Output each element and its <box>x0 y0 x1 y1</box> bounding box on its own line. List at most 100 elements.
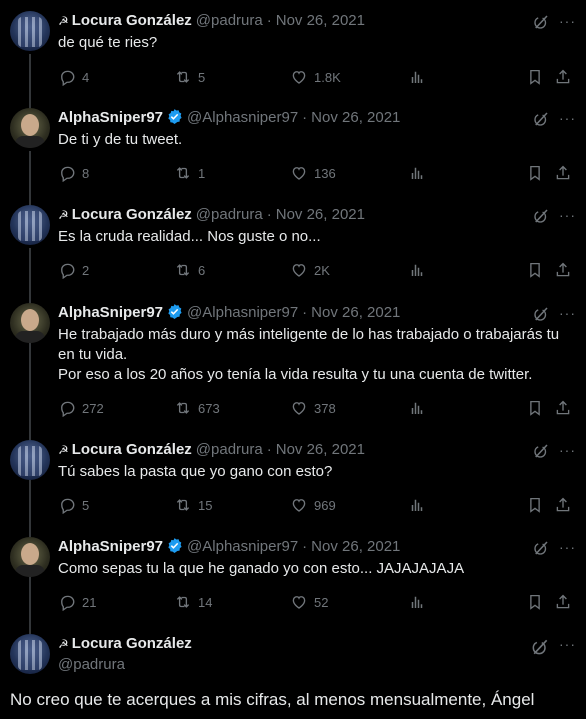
views-button[interactable] <box>408 592 432 612</box>
bookmark-icon <box>526 496 544 514</box>
share-button[interactable] <box>554 67 578 87</box>
share-button[interactable] <box>554 398 578 418</box>
tweet-date[interactable]: Nov 26, 2021 <box>311 109 400 126</box>
share-button[interactable] <box>554 495 578 515</box>
like-count: 969 <box>314 497 336 513</box>
grok-icon[interactable] <box>532 305 550 323</box>
author-name[interactable]: AlphaSniper97 <box>58 538 163 555</box>
retweet-count: 673 <box>198 400 220 416</box>
more-options-icon[interactable]: ··· <box>559 539 576 555</box>
views-button[interactable] <box>408 260 432 280</box>
retweet-button[interactable]: 1 <box>174 163 205 183</box>
more-options-icon[interactable]: ··· <box>559 442 576 458</box>
tweet-header: ☭ Locura González @padrura · Nov 26, 2021 <box>58 440 365 460</box>
author-name[interactable]: Locura González <box>72 206 192 223</box>
author-handle[interactable]: @padrura <box>196 206 263 223</box>
author-handle[interactable]: @Alphasniper97 <box>187 538 298 555</box>
retweet-icon <box>174 593 192 611</box>
avatar[interactable] <box>10 11 50 51</box>
more-options-icon[interactable]: ··· <box>559 305 576 321</box>
author-name[interactable]: Locura González <box>72 12 192 29</box>
views-button[interactable] <box>408 163 432 183</box>
like-button[interactable]: 969 <box>290 495 336 515</box>
grok-icon[interactable] <box>532 13 550 31</box>
bookmark-icon <box>526 399 544 417</box>
author-name[interactable]: AlphaSniper97 <box>58 304 163 321</box>
views-icon <box>408 261 426 279</box>
bookmark-button[interactable] <box>526 592 550 612</box>
bookmark-icon <box>526 68 544 86</box>
like-button[interactable]: 378 <box>290 398 336 418</box>
share-button[interactable] <box>554 163 578 183</box>
avatar[interactable] <box>10 205 50 245</box>
retweet-button[interactable]: 673 <box>174 398 220 418</box>
author-name[interactable]: Locura González <box>72 635 192 652</box>
retweet-button[interactable]: 5 <box>174 67 205 87</box>
more-options-icon[interactable]: ··· <box>559 13 576 29</box>
share-button[interactable] <box>554 592 578 612</box>
author-name[interactable]: AlphaSniper97 <box>58 109 163 126</box>
tweet-text-line: He trabajado más duro y más inteligente … <box>58 326 560 343</box>
avatar[interactable] <box>10 108 50 148</box>
views-button[interactable] <box>408 398 432 418</box>
author-name[interactable]: Locura González <box>72 441 192 458</box>
bookmark-button[interactable] <box>526 398 550 418</box>
like-button[interactable]: 52 <box>290 592 328 612</box>
author-handle[interactable]: @padrura <box>58 656 125 673</box>
tweet-date[interactable]: Nov 26, 2021 <box>276 441 365 458</box>
bookmark-button[interactable] <box>526 495 550 515</box>
tweet-text-line: en tu vida. <box>58 346 128 363</box>
action-bar: 21 14 52 <box>58 592 578 612</box>
like-button[interactable]: 1.8K <box>290 67 341 87</box>
bookmark-button[interactable] <box>526 163 550 183</box>
tweet-date[interactable]: Nov 26, 2021 <box>311 538 400 555</box>
reply-icon <box>58 68 76 86</box>
share-button[interactable] <box>554 260 578 280</box>
bookmark-button[interactable] <box>526 260 550 280</box>
views-button[interactable] <box>408 67 432 87</box>
tweet-date[interactable]: Nov 26, 2021 <box>276 12 365 29</box>
avatar[interactable] <box>10 537 50 577</box>
retweet-button[interactable]: 15 <box>174 495 212 515</box>
like-button[interactable]: 2K <box>290 260 330 280</box>
retweet-button[interactable]: 6 <box>174 260 205 280</box>
author-handle[interactable]: @Alphasniper97 <box>187 109 298 126</box>
bookmark-icon <box>526 261 544 279</box>
more-options-icon[interactable]: ··· <box>559 636 576 652</box>
reply-button[interactable]: 4 <box>58 67 89 87</box>
reply-button[interactable]: 8 <box>58 163 89 183</box>
thread-line <box>29 248 31 304</box>
tweet-date[interactable]: Nov 26, 2021 <box>276 206 365 223</box>
hammer-sickle-icon: ☭ <box>58 637 69 651</box>
grok-icon[interactable] <box>532 207 550 225</box>
author-handle[interactable]: @padrura <box>196 12 263 29</box>
tweet-text: Es la cruda realidad... Nos guste o no..… <box>58 228 321 245</box>
more-options-icon[interactable]: ··· <box>559 110 576 126</box>
reply-button[interactable]: 272 <box>58 398 104 418</box>
grok-icon[interactable] <box>530 637 550 657</box>
thread-line <box>29 480 31 537</box>
reply-button[interactable]: 2 <box>58 260 89 280</box>
reply-button[interactable]: 21 <box>58 592 96 612</box>
avatar[interactable] <box>10 440 50 480</box>
grok-icon[interactable] <box>532 110 550 128</box>
like-count: 136 <box>314 165 336 181</box>
more-options-icon[interactable]: ··· <box>559 207 576 223</box>
author-handle[interactable]: @padrura <box>196 441 263 458</box>
separator-dot: · <box>302 538 308 555</box>
reply-button[interactable]: 5 <box>58 495 89 515</box>
avatar[interactable] <box>10 634 50 674</box>
retweet-button[interactable]: 14 <box>174 592 212 612</box>
verified-badge-icon <box>166 303 183 320</box>
share-icon <box>554 164 572 182</box>
bookmark-icon <box>526 593 544 611</box>
grok-icon[interactable] <box>532 442 550 460</box>
tweet-date[interactable]: Nov 26, 2021 <box>311 304 400 321</box>
like-button[interactable]: 136 <box>290 163 336 183</box>
avatar[interactable] <box>10 303 50 343</box>
bookmark-button[interactable] <box>526 67 550 87</box>
author-handle[interactable]: @Alphasniper97 <box>187 304 298 321</box>
views-icon <box>408 496 426 514</box>
views-button[interactable] <box>408 495 432 515</box>
grok-icon[interactable] <box>532 539 550 557</box>
